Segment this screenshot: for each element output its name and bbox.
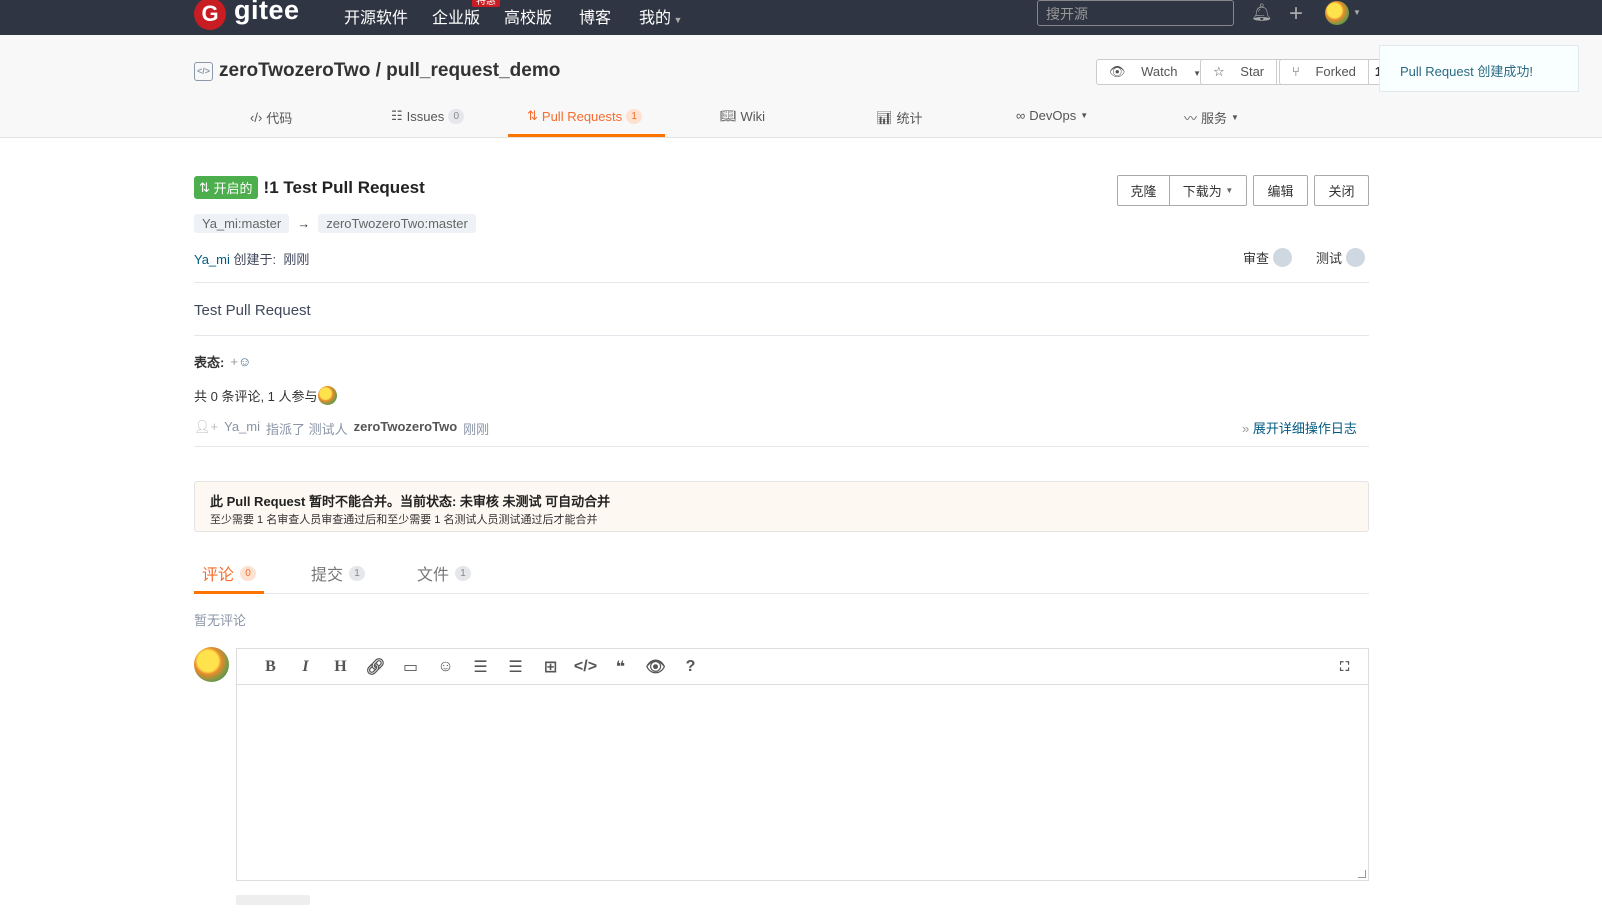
pull-request-icon: ⇅ [199, 179, 210, 195]
nav-mine[interactable]: 我的 ▼ [639, 4, 682, 28]
active-tab-indicator [508, 134, 665, 137]
pr-state-badge: ⇅ 开启的 [194, 176, 258, 199]
tab-files[interactable]: 文件 1 [417, 561, 472, 585]
close-pr-button[interactable]: 关闭 [1314, 175, 1369, 206]
double-chevron-down-icon: » [1242, 421, 1250, 436]
edit-button[interactable]: 编辑 [1253, 175, 1308, 206]
nav-blog[interactable]: 博客 [579, 4, 611, 28]
italic-icon[interactable]: I [288, 658, 323, 676]
bold-icon[interactable]: B [253, 658, 288, 676]
nav-education[interactable]: 高校版 [504, 4, 552, 28]
caret-down-icon: ▼ [671, 15, 683, 25]
tab-pull-requests[interactable]: ⇅ Pull Requests 1 [527, 108, 643, 124]
bar-chart-icon: 📊︎ [876, 109, 893, 125]
activity-log: 👤︎+ Ya_mi 指派了 测试人 zeroTwozeroTwo 刚刚 [194, 419, 490, 437]
book-icon: 📖︎ [720, 108, 737, 123]
top-navbar: Ggitee 开源软件 企业版 特惠 高校版 博客 我的 ▼ 搜开源 🔔︎ + … [0, 0, 1602, 35]
fork-icon: ⑂ [1292, 64, 1300, 79]
code-icon: ‹/› [250, 110, 263, 125]
pr-meta: Ya_mi 创建于: 刚刚 [194, 252, 310, 267]
merge-notice: 此 Pull Request 暂时不能合并。当前状态: 未审核 未测试 可自动合… [194, 481, 1369, 532]
add-reaction-button[interactable]: +☺ [230, 354, 251, 369]
resize-handle[interactable] [1358, 870, 1366, 878]
nav-enterprise[interactable]: 企业版 [432, 4, 480, 28]
link-icon[interactable]: 🔗︎ [358, 657, 393, 677]
tab-issues[interactable]: ☷ Issues 0 [391, 108, 465, 124]
current-user-avatar [194, 647, 229, 682]
comment-editor[interactable]: B I H 🔗︎ ▭ ☺ ☰ ☰ ⊞ </> ❝ 👁︎ ? ⛶ [236, 648, 1369, 881]
divider [194, 446, 1369, 447]
table-icon[interactable]: ⊞ [533, 657, 568, 677]
expand-log-link[interactable]: » 展开详细操作日志 [1242, 418, 1357, 437]
user-add-icon: 👤︎+ [194, 419, 219, 434]
repo-name-link[interactable]: pull_request_demo [386, 60, 560, 82]
heading-icon[interactable]: H [323, 658, 358, 676]
user-avatar[interactable] [1325, 1, 1349, 25]
divider [194, 282, 1369, 283]
tab-comments[interactable]: 评论 0 [202, 561, 257, 585]
tab-devops[interactable]: ∞ DevOps ▼ [1016, 108, 1088, 123]
ordered-list-icon[interactable]: ☰ [498, 657, 533, 677]
nav-open-source[interactable]: 开源软件 [344, 4, 408, 28]
editor-toolbar: B I H 🔗︎ ▭ ☺ ☰ ☰ ⊞ </> ❝ 👁︎ ? ⛶ [237, 649, 1368, 685]
tab-code[interactable]: ‹/› 代码 [250, 108, 292, 127]
comment-summary: 共 0 条评论, 1 人参与 [194, 386, 337, 405]
eye-icon: 👁︎ [1109, 64, 1126, 79]
hot-badge: 特惠 [472, 0, 500, 7]
image-icon[interactable]: ▭ [393, 657, 428, 677]
tester[interactable]: 测试 [1316, 248, 1366, 267]
bullet-list-icon[interactable]: ☰ [463, 657, 498, 677]
reviewer-avatar [1273, 248, 1293, 267]
quote-icon[interactable]: ❝ [603, 657, 638, 677]
participant-avatar[interactable] [317, 386, 337, 405]
source-branch[interactable]: Ya_mi:master [194, 214, 290, 233]
pr-title-row: ⇅ 开启的 !1 Test Pull Request [194, 176, 425, 199]
download-button[interactable]: 下载为 ▼ [1169, 175, 1247, 206]
tab-wiki[interactable]: 📖︎ Wiki [720, 108, 765, 124]
emoji-icon[interactable]: ☺ [428, 658, 463, 676]
active-tab-indicator [194, 591, 264, 594]
success-toast: Pull Request 创建成功! [1379, 45, 1579, 92]
tester-avatar [1346, 248, 1366, 267]
fullscreen-icon[interactable]: ⛶ [1327, 659, 1362, 675]
infinity-icon: ∞ [1016, 108, 1026, 123]
tab-commits[interactable]: 提交 1 [311, 561, 366, 585]
pull-request-icon: ⇅ [527, 108, 538, 123]
repo-title: </> zeroTwozeroTwo / pull_request_demo [194, 60, 560, 82]
gitee-logo[interactable]: Ggitee [194, 0, 300, 30]
code-repo-icon: </> [194, 61, 213, 81]
caret-down-icon[interactable]: ▼ [1353, 8, 1361, 17]
divider [194, 593, 1369, 594]
bell-icon[interactable]: 🔔︎ [1251, 3, 1273, 23]
clone-button[interactable]: 克隆 [1117, 175, 1170, 206]
code-icon[interactable]: </> [568, 658, 603, 676]
author-link[interactable]: Ya_mi [194, 252, 230, 267]
reviewer[interactable]: 审查 [1243, 248, 1293, 267]
no-comments-text: 暂无评论 [194, 613, 247, 628]
repo-header [0, 35, 1602, 138]
submit-button[interactable] [236, 895, 310, 905]
repo-owner-link[interactable]: zeroTwozeroTwo [219, 60, 370, 82]
star-icon: ☆ [1213, 64, 1225, 79]
pr-description: Test Pull Request [194, 302, 311, 319]
tab-stats[interactable]: 📊︎ 统计 [876, 108, 923, 127]
target-branch[interactable]: zeroTwozeroTwo:master [318, 214, 476, 233]
divider [194, 335, 1369, 336]
forked-button[interactable]: ⑂ Forked1 [1279, 59, 1390, 85]
pr-title: !1 Test Pull Request [263, 177, 425, 197]
plus-icon[interactable]: + [1289, 0, 1303, 28]
help-icon[interactable]: ? [673, 658, 708, 676]
issues-icon: ☷ [391, 108, 403, 123]
preview-eye-icon[interactable]: 👁︎ [638, 657, 673, 677]
tab-services[interactable]: 〰服务 ▼ [1184, 108, 1239, 127]
pulse-icon: 〰 [1184, 111, 1198, 126]
smile-icon: ☺ [237, 354, 252, 369]
search-input[interactable]: 搜开源 [1037, 0, 1234, 26]
